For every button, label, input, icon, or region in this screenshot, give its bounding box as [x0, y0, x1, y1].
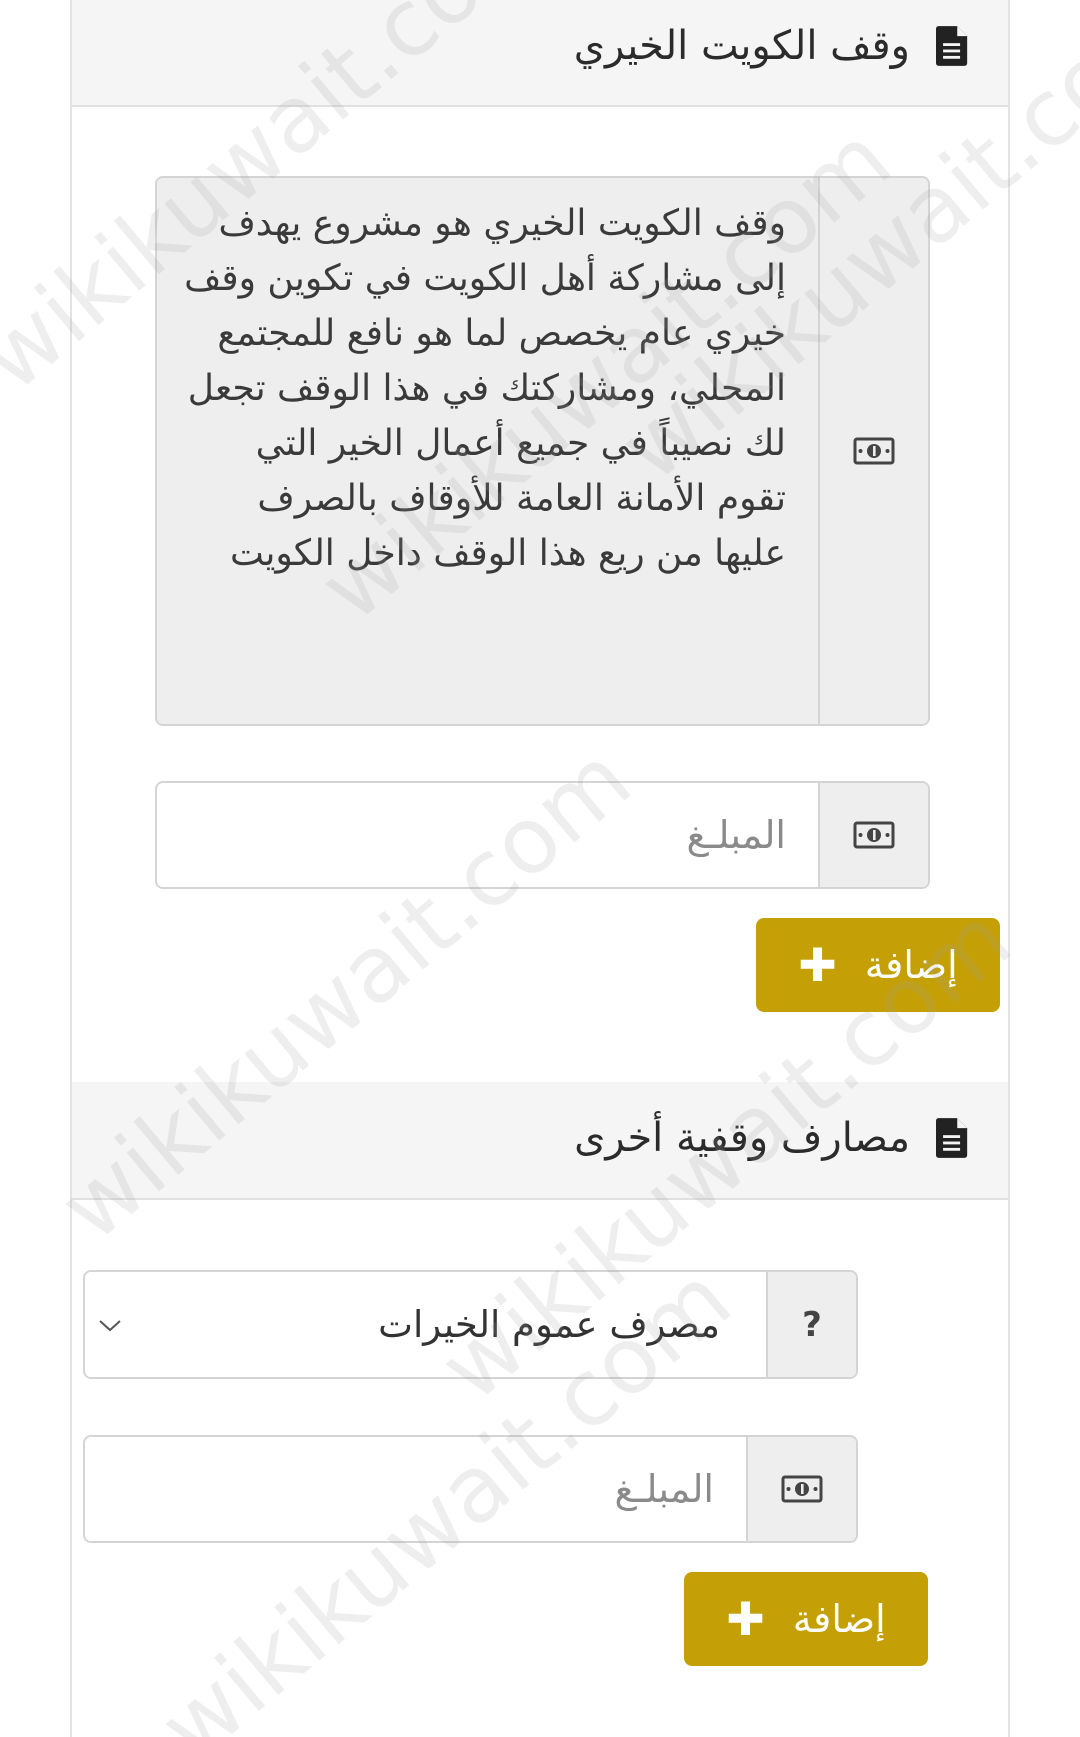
waqf-type-select[interactable]: مصرف عموم الخيرات — [85, 1272, 766, 1377]
plus-icon: ✚ — [726, 1592, 765, 1646]
add-button-2[interactable]: إضافة ✚ — [684, 1572, 928, 1666]
amount-input-1[interactable] — [157, 783, 818, 887]
help-addon: ? — [766, 1272, 856, 1377]
amount-group-1 — [155, 781, 930, 889]
add-button-label: إضافة — [792, 1597, 886, 1641]
description-group: وقف الكويت الخيري هو مشروع يهدف إلى مشار… — [155, 176, 930, 726]
kuwait-waqf-header: وقف الكويت الخيري — [72, 0, 1008, 107]
money-icon — [781, 1475, 823, 1503]
selected-waqf-type: مصرف عموم الخيرات — [378, 1303, 720, 1346]
waqf-select-group: ? مصرف عموم الخيرات — [83, 1270, 858, 1379]
other-waqf-header: مصارف وقفية أخرى — [72, 1082, 1008, 1200]
money-icon — [853, 821, 895, 849]
document-icon — [936, 1118, 968, 1158]
money-icon — [853, 437, 895, 465]
money-addon — [746, 1437, 856, 1541]
document-icon — [936, 26, 968, 66]
kuwait-waqf-card: وقف الكويت الخيري وقف الكويت الخيري هو م… — [70, 0, 1010, 1082]
amount-input-2[interactable] — [85, 1437, 746, 1541]
question-icon: ? — [802, 1304, 822, 1345]
page: وقف الكويت الخيري وقف الكويت الخيري هو م… — [0, 0, 1080, 1737]
chevron-down-icon — [99, 1320, 121, 1332]
amount-group-2 — [83, 1435, 858, 1543]
other-waqf-title: مصارف وقفية أخرى — [574, 1115, 910, 1161]
plus-icon: ✚ — [798, 938, 837, 992]
money-addon — [818, 178, 928, 724]
waqf-description: وقف الكويت الخيري هو مشروع يهدف إلى مشار… — [157, 178, 818, 724]
kuwait-waqf-title: وقف الكويت الخيري — [573, 23, 910, 69]
add-button-label: إضافة — [864, 943, 958, 987]
money-addon — [818, 783, 928, 887]
add-button-1[interactable]: إضافة ✚ — [756, 918, 1000, 1012]
